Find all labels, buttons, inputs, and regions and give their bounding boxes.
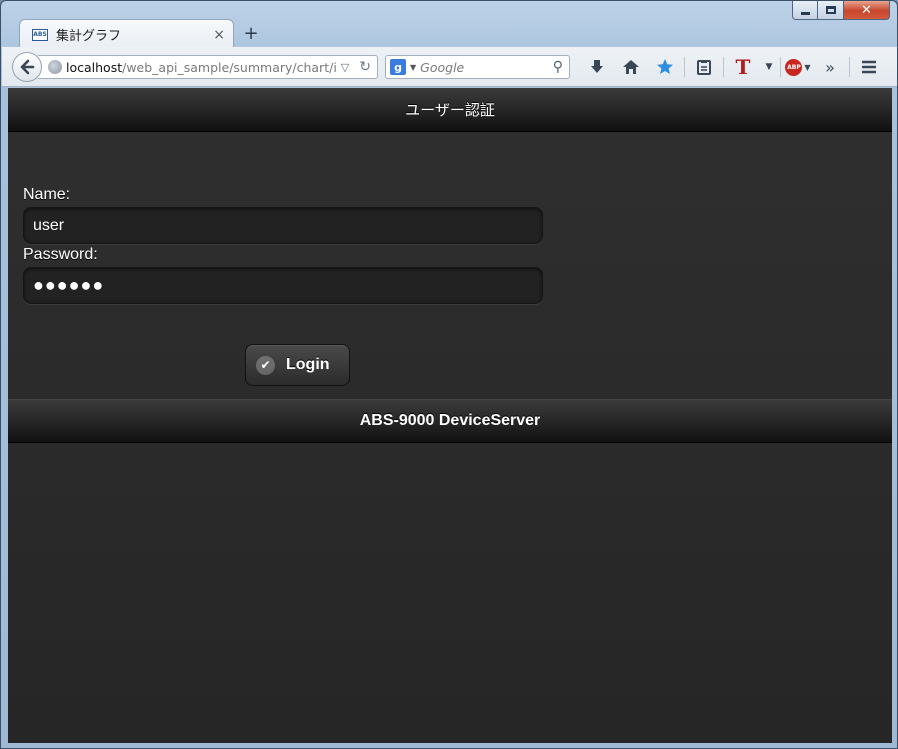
search-icon[interactable]: ⚲: [553, 59, 563, 75]
url-host: localhost: [66, 59, 123, 75]
toolbar-separator: [684, 57, 685, 77]
tab-strip: ABS 集計グラフ × +: [1, 15, 897, 49]
bookmark-star-icon[interactable]: [648, 55, 682, 79]
adblock-button[interactable]: ABP ▼: [783, 55, 813, 79]
tab-title: 集計グラフ: [56, 29, 122, 44]
url-path: /web_api_sample/summary/chart/inc: [122, 59, 336, 75]
overflow-chevron-icon[interactable]: »: [813, 55, 847, 79]
navigation-toolbar: localhost/web_api_sample/summary/chart/i…: [2, 47, 897, 87]
login-form: Name: Password: ✔ Login: [8, 132, 892, 399]
reading-list-icon[interactable]: [687, 55, 721, 79]
tab-close-icon[interactable]: ×: [213, 27, 225, 43]
home-icon[interactable]: [614, 55, 648, 79]
new-tab-button[interactable]: +: [241, 23, 261, 44]
browser-window: ✕ ABS 集計グラフ × + localhost/web_api_sample…: [0, 0, 898, 749]
search-engine-dropdown-icon[interactable]: ▼: [410, 63, 416, 72]
url-dropdown-icon[interactable]: ▽: [341, 61, 349, 74]
page-footer: ABS-9000 DeviceServer: [8, 399, 892, 443]
password-input[interactable]: [23, 267, 543, 304]
toolbar-separator: [723, 57, 724, 77]
name-label: Name:: [23, 186, 71, 203]
text-extension-dropdown-icon[interactable]: ▼: [760, 55, 778, 79]
maximize-icon: [825, 6, 836, 14]
search-engine-icon[interactable]: g: [390, 59, 406, 75]
url-text: localhost/web_api_sample/summary/chart/i…: [66, 60, 336, 75]
reload-icon[interactable]: ↻: [359, 59, 371, 75]
search-bar[interactable]: g ▼ Google ⚲: [385, 55, 570, 79]
toolbar-icons: T ▼ ABP ▼ »: [580, 55, 886, 79]
download-icon[interactable]: [580, 55, 614, 79]
name-input[interactable]: [23, 207, 543, 244]
favicon-icon: ABS: [32, 28, 48, 41]
footer-title: ABS-9000 DeviceServer: [359, 412, 541, 429]
password-label: Password:: [23, 246, 98, 263]
toolbar-separator: [780, 57, 781, 77]
back-arrow-icon: [20, 59, 35, 75]
check-icon: ✔: [256, 355, 275, 375]
adblock-dropdown-icon: ▼: [804, 62, 811, 72]
login-button-label: Login: [286, 356, 330, 373]
url-bar[interactable]: localhost/web_api_sample/summary/chart/i…: [38, 55, 378, 79]
page-title: ユーザー認証: [405, 101, 495, 119]
back-button[interactable]: [12, 52, 42, 82]
text-extension-icon[interactable]: T: [726, 55, 760, 79]
search-placeholder: Google: [420, 59, 465, 75]
toolbar-separator: [849, 57, 850, 77]
login-button[interactable]: ✔ Login: [245, 344, 350, 386]
adblock-icon: ABP: [785, 58, 803, 76]
menu-icon[interactable]: [852, 55, 886, 79]
tab-active[interactable]: ABS 集計グラフ ×: [19, 19, 234, 49]
page-header: ユーザー認証: [8, 88, 892, 132]
globe-icon: [48, 60, 62, 74]
page-viewport: ユーザー認証 Name: Password: ✔ Login ABS-9000 …: [8, 88, 892, 743]
